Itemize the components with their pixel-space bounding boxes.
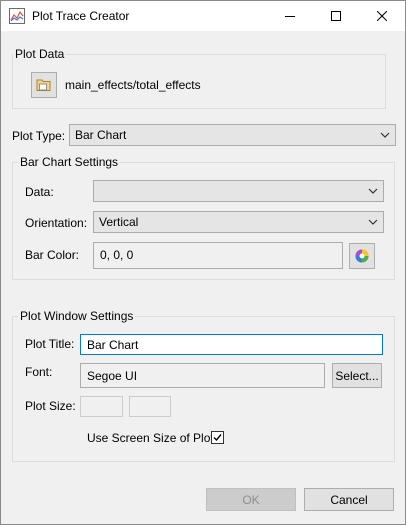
use-screen-size-checkbox[interactable] (211, 431, 224, 444)
chevron-down-icon (368, 188, 378, 194)
bar-color-value: 0, 0, 0 (100, 248, 134, 262)
minimize-icon (285, 16, 295, 17)
plot-type-value: Bar Chart (75, 128, 127, 142)
bar-chart-settings-label: Bar Chart Settings (18, 155, 121, 169)
plot-title-label: Plot Title: (25, 337, 75, 351)
cancel-button[interactable]: Cancel (304, 488, 394, 511)
maximize-icon (331, 11, 341, 21)
plot-data-group-label: Plot Data (13, 47, 67, 61)
select-font-button-label: Select... (335, 368, 379, 383)
plot-type-label: Plot Type: (12, 129, 66, 143)
plot-title-input[interactable]: Bar Chart (80, 334, 383, 355)
ok-button-label: OK (242, 492, 260, 507)
orientation-select[interactable]: Vertical (93, 211, 384, 233)
plot-type-select[interactable]: Bar Chart (69, 124, 396, 146)
window-title: Plot Trace Creator (32, 9, 130, 23)
data-select[interactable] (93, 180, 384, 202)
title-bar: Plot Trace Creator (1, 1, 405, 31)
chart-icon (9, 8, 25, 24)
close-button[interactable] (359, 1, 405, 31)
plot-trace-creator-window: Plot Trace Creator Plot Data main_effect… (0, 0, 406, 525)
cancel-button-label: Cancel (330, 492, 368, 507)
bar-color-label: Bar Color: (25, 248, 80, 262)
font-field: Segoe UI (80, 363, 325, 388)
plot-size-label: Plot Size: (25, 399, 76, 413)
data-label: Data: (25, 185, 54, 199)
chevron-down-icon (368, 219, 378, 225)
checkmark-icon (213, 434, 222, 442)
folder-icon (36, 79, 51, 91)
minimize-button[interactable] (267, 1, 313, 31)
ok-button[interactable]: OK (206, 488, 296, 511)
use-screen-size-label: Use Screen Size of Plot: (87, 431, 218, 445)
plot-height-input[interactable] (129, 396, 171, 417)
maximize-button[interactable] (313, 1, 359, 31)
bar-color-field[interactable]: 0, 0, 0 (93, 242, 343, 269)
plot-title-value: Bar Chart (87, 338, 139, 352)
close-icon (377, 11, 387, 21)
plot-width-input[interactable] (80, 396, 123, 417)
select-font-button[interactable]: Select... (332, 363, 382, 388)
color-wheel-icon (355, 249, 369, 263)
orientation-value: Vertical (99, 215, 139, 229)
font-value: Segoe UI (87, 369, 138, 383)
orientation-label: Orientation: (25, 216, 88, 230)
color-picker-button[interactable] (349, 243, 375, 269)
plot-window-settings-label: Plot Window Settings (18, 309, 136, 323)
chevron-down-icon (380, 132, 390, 138)
font-label: Font: (25, 365, 53, 379)
plot-data-path: main_effects/total_effects (65, 78, 201, 92)
browse-data-button[interactable] (31, 72, 57, 98)
